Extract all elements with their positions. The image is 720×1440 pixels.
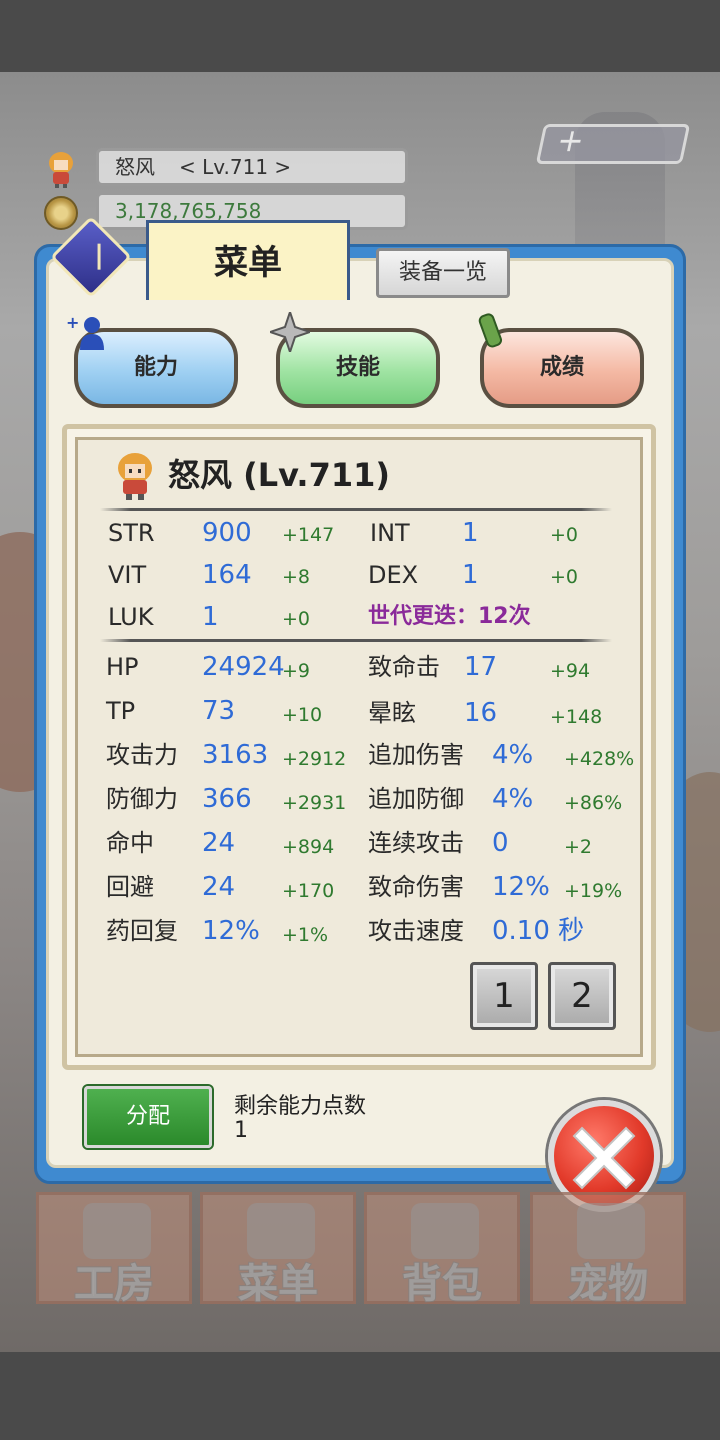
stat-value-int: 1 xyxy=(462,518,479,548)
stat-label-evasion: 回避 xyxy=(106,873,154,901)
stat-value-defense: 366 xyxy=(202,784,252,814)
player-name-bar: 怒风 < Lv.711 > xyxy=(96,148,408,186)
stat-label-int: INT xyxy=(370,519,410,547)
stat-value-vit: 164 xyxy=(202,560,252,590)
nav-workshop[interactable]: 工房 xyxy=(36,1192,192,1308)
nav-backpack-label: 背包 xyxy=(401,1260,483,1308)
nav-pet-label: 宠物 xyxy=(567,1260,649,1308)
stat-bonus-luk: +0 xyxy=(282,608,311,630)
stat-value-str: 900 xyxy=(202,518,252,548)
stat-value-potion-recovery: 12% xyxy=(202,916,260,946)
character-title: 怒风 (Lv.711) xyxy=(168,456,390,494)
stat-value-stun: 16 xyxy=(464,698,498,728)
stat-bonus-stun: +148 xyxy=(550,706,603,728)
stat-bonus-crit-damage: +19% xyxy=(564,880,623,902)
stat-bonus-defense: +2931 xyxy=(282,792,347,814)
stat-value-evasion: 24 xyxy=(202,872,236,902)
stat-label-hp: HP xyxy=(106,653,139,681)
player-name: 怒风 xyxy=(115,155,155,179)
stat-bonus-hp: +9 xyxy=(282,660,311,682)
nav-workshop-label: 工房 xyxy=(73,1260,155,1308)
nav-backpack[interactable]: 背包 xyxy=(364,1192,520,1308)
stat-value-extra-damage: 4% xyxy=(492,740,534,770)
stat-value-hp: 24924 xyxy=(202,652,285,682)
generation-count: 世代更迭：12次 xyxy=(368,604,531,629)
stat-bonus-combo: +2 xyxy=(564,836,593,858)
svg-text:+: + xyxy=(66,314,79,332)
character-portrait-icon xyxy=(118,453,152,500)
player-avatar-icon xyxy=(49,152,73,188)
stat-label-attack: 攻击力 xyxy=(106,741,178,769)
stat-bonus-str: +147 xyxy=(282,524,335,546)
stat-label-tp: TP xyxy=(106,697,136,725)
stat-value-attack: 3163 xyxy=(202,740,269,770)
player-level: < Lv.711 > xyxy=(179,155,292,179)
stat-bonus-accuracy: +894 xyxy=(282,836,335,858)
bottom-bar xyxy=(0,1352,720,1440)
top-bar xyxy=(0,0,720,72)
stat-value-accuracy: 24 xyxy=(202,828,236,858)
add-person-icon: + xyxy=(66,314,104,350)
stat-bonus-int: +0 xyxy=(550,524,579,546)
stat-bonus-extra-defense: +86% xyxy=(564,792,623,814)
nav-menu-label: 菜单 xyxy=(237,1260,319,1308)
stat-label-combo: 连续攻击 xyxy=(368,829,464,857)
stat-label-potion-recovery: 药回复 xyxy=(106,917,178,945)
stat-value-combo: 0 xyxy=(492,828,509,858)
nav-pet[interactable]: 宠物 xyxy=(530,1192,686,1308)
stat-label-vit: VIT xyxy=(108,561,147,589)
stat-bonus-tp: +10 xyxy=(282,704,323,726)
stat-bonus-extra-damage: +428% xyxy=(564,748,635,770)
panel-title: 菜单 xyxy=(146,220,350,300)
stat-bonus-attack: +2912 xyxy=(282,748,347,770)
stat-label-extra-defense: 追加防御 xyxy=(368,785,464,813)
stat-bonus-vit: +8 xyxy=(282,566,311,588)
plus-icon: ＋ xyxy=(554,128,587,158)
stat-value-dex: 1 xyxy=(462,560,479,590)
divider xyxy=(100,639,612,642)
stat-label-stun: 晕眩 xyxy=(368,699,416,727)
equipment-list-button[interactable]: 装备一览 xyxy=(376,248,510,298)
stat-label-defense: 防御力 xyxy=(106,785,178,813)
close-icon xyxy=(572,1126,636,1190)
achievement-scroll-icon xyxy=(478,313,503,348)
stat-label-attack-speed: 攻击速度 xyxy=(368,917,464,945)
stat-value-crit: 17 xyxy=(464,652,498,682)
stat-bonus-dex: +0 xyxy=(550,566,579,588)
stat-label-luk: LUK xyxy=(108,603,154,631)
assign-points-button[interactable]: 分配 xyxy=(84,1086,212,1148)
nav-menu[interactable]: 菜单 xyxy=(200,1192,356,1308)
page-1-button[interactable]: 1 xyxy=(470,962,538,1030)
stat-value-crit-damage: 12% xyxy=(492,872,550,902)
divider xyxy=(100,508,612,511)
stat-label-str: STR xyxy=(108,519,155,547)
stat-label-accuracy: 命中 xyxy=(106,829,154,857)
gold-coin-icon xyxy=(44,196,78,230)
stat-label-crit-damage: 致命伤害 xyxy=(368,873,464,901)
stat-bonus-potion-recovery: +1% xyxy=(282,924,329,946)
bonus-plus-button[interactable]: ＋ xyxy=(535,124,691,164)
stat-label-crit: 致命击 xyxy=(368,653,440,681)
stat-bonus-evasion: +170 xyxy=(282,880,335,902)
remaining-points-label: 剩余能力点数 xyxy=(234,1094,367,1119)
stat-label-dex: DEX xyxy=(368,561,419,589)
skill-star-icon xyxy=(270,312,310,352)
page-2-button[interactable]: 2 xyxy=(548,962,616,1030)
stat-label-extra-damage: 追加伤害 xyxy=(368,741,464,769)
stat-bonus-crit: +94 xyxy=(550,660,591,682)
stat-value-luk: 1 xyxy=(202,602,219,632)
stat-value-tp: 73 xyxy=(202,696,236,726)
stat-value-attack-speed: 0.10 秒 xyxy=(492,916,585,946)
remaining-points-value: 1 xyxy=(234,1118,248,1143)
stat-value-extra-defense: 4% xyxy=(492,784,534,814)
